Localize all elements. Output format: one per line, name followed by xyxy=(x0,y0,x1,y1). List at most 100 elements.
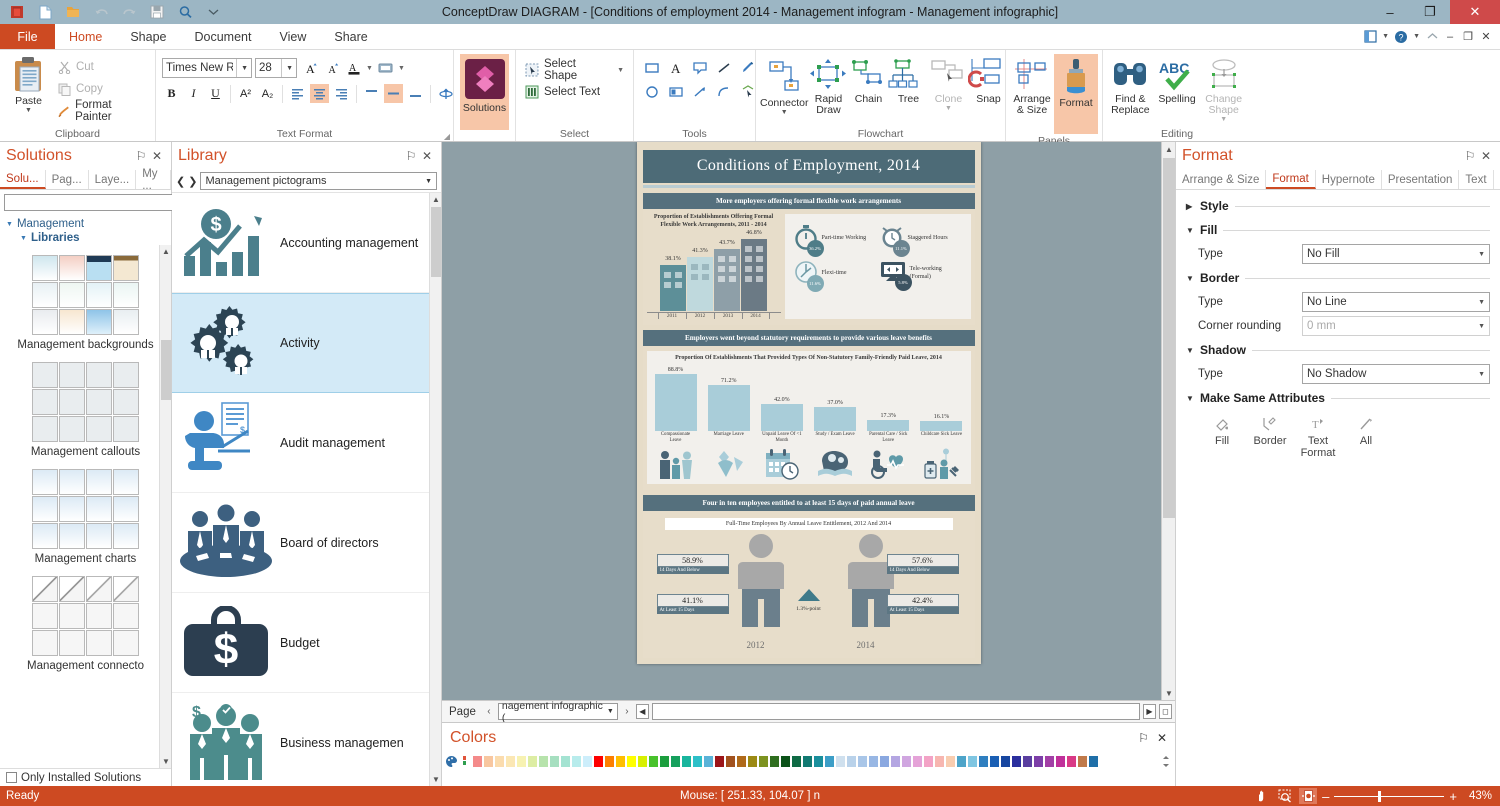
color-swatch[interactable] xyxy=(582,755,593,768)
fill-type-dropdown[interactable]: No Fill ▼ xyxy=(1302,244,1490,264)
align-center-button[interactable] xyxy=(310,84,329,103)
document-page[interactable]: Conditions of Employment, 2014 More empl… xyxy=(636,142,981,664)
tree-item-libraries[interactable]: ▼ Libraries xyxy=(6,231,171,245)
color-swatch[interactable] xyxy=(472,755,483,768)
color-swatch[interactable] xyxy=(923,755,934,768)
color-swatch[interactable] xyxy=(1055,755,1066,768)
canvas-vertical-scrollbar[interactable]: ▲ ▼ xyxy=(1161,142,1175,700)
ribbon-display-icon[interactable] xyxy=(1362,28,1378,46)
font-size-caret-icon[interactable]: ▼ xyxy=(281,59,293,77)
shadow-section-header[interactable]: ▼ Shadow xyxy=(1186,340,1490,360)
border-type-dropdown[interactable]: No Line ▼ xyxy=(1302,292,1490,312)
maximize-button[interactable]: ❐ xyxy=(1410,0,1450,24)
color-swatch[interactable] xyxy=(483,755,494,768)
color-swatch[interactable] xyxy=(813,755,824,768)
color-swatch[interactable] xyxy=(615,755,626,768)
select-shape-button[interactable]: Select Shape ▼ xyxy=(520,58,629,82)
only-installed-checkbox[interactable] xyxy=(6,772,17,783)
hscroll-right-button[interactable]: ▶ xyxy=(1143,704,1156,719)
grow-font-button[interactable]: A xyxy=(300,59,319,78)
color-swatch[interactable] xyxy=(703,755,714,768)
horizontal-scrollbar[interactable] xyxy=(651,703,1140,720)
color-swatch[interactable] xyxy=(725,755,736,768)
zoom-in-button[interactable]: + xyxy=(1449,789,1457,804)
help-icon[interactable]: ? xyxy=(1393,28,1409,46)
fill-section-header[interactable]: ▼ Fill xyxy=(1186,220,1490,240)
minimize-button[interactable]: – xyxy=(1370,0,1410,24)
align-left-button[interactable] xyxy=(288,84,307,103)
highlight-caret-icon[interactable]: ▼ xyxy=(398,65,405,72)
list-item[interactable]: Management callouts xyxy=(0,352,171,459)
color-swatch[interactable] xyxy=(593,755,604,768)
font-size-combo[interactable]: 28 ▼ xyxy=(255,58,297,78)
library-shape-list[interactable]: $ Accounting management Activity $ Audit… xyxy=(172,192,441,786)
shadow-type-dropdown[interactable]: No Shadow ▼ xyxy=(1302,364,1490,384)
library-list-scrollbar[interactable]: ▲ ▼ xyxy=(429,193,441,786)
color-swatch[interactable] xyxy=(1077,755,1088,768)
scroll-up-icon[interactable]: ▲ xyxy=(160,245,171,258)
color-swatch[interactable] xyxy=(802,755,813,768)
color-swatch[interactable] xyxy=(516,755,527,768)
color-swatch[interactable] xyxy=(868,755,879,768)
hscroll-left-button[interactable]: ◀ xyxy=(635,704,649,719)
color-swatch[interactable] xyxy=(659,755,670,768)
library-pin-icon[interactable]: ⚐ xyxy=(403,149,419,163)
restore-up-icon[interactable] xyxy=(1424,28,1440,46)
color-swatch[interactable] xyxy=(769,755,780,768)
color-swatch[interactable] xyxy=(494,755,505,768)
color-swatch[interactable] xyxy=(857,755,868,768)
close-button[interactable]: ✕ xyxy=(1450,0,1500,24)
color-swatch[interactable] xyxy=(989,755,1000,768)
highlight-button[interactable] xyxy=(376,59,395,78)
color-swatch[interactable] xyxy=(1011,755,1022,768)
tab-arrange-size[interactable]: Arrange & Size xyxy=(1176,170,1267,189)
format-pin-icon[interactable]: ⚐ xyxy=(1462,149,1478,163)
color-swatch[interactable] xyxy=(945,755,956,768)
color-swatch[interactable] xyxy=(571,755,582,768)
connector-button[interactable]: Connector ▼ xyxy=(760,54,808,116)
color-swatch[interactable] xyxy=(527,755,538,768)
tab-text[interactable]: Text xyxy=(1459,170,1494,189)
bold-button[interactable]: B xyxy=(162,84,181,103)
colors-close-icon[interactable]: ✕ xyxy=(1157,731,1167,745)
tab-layers[interactable]: Laye... xyxy=(89,170,137,189)
list-item[interactable]: $ Budget xyxy=(172,593,441,693)
color-swatch[interactable] xyxy=(1000,755,1011,768)
library-prev-icon[interactable]: ❮ xyxy=(176,175,185,188)
color-swatch[interactable] xyxy=(967,755,978,768)
color-swatch[interactable] xyxy=(912,755,923,768)
font-color-caret-icon[interactable]: ▼ xyxy=(366,65,373,72)
color-swatch[interactable] xyxy=(1033,755,1044,768)
shrink-font-button[interactable]: A xyxy=(322,59,341,78)
color-swatch[interactable] xyxy=(1044,755,1055,768)
paste-caret-icon[interactable]: ▼ xyxy=(25,107,32,114)
zoom-icon[interactable] xyxy=(1276,788,1294,804)
solutions-library-list[interactable]: Management backgrounds Management callou… xyxy=(0,245,171,768)
color-swatch[interactable] xyxy=(648,755,659,768)
color-swatch[interactable] xyxy=(890,755,901,768)
style-section-header[interactable]: ▶ Style xyxy=(1186,196,1490,216)
color-swatch[interactable] xyxy=(824,755,835,768)
list-item[interactable]: Board of directors xyxy=(172,493,441,593)
scrollbar-thumb[interactable] xyxy=(431,207,441,277)
qat-dropdown-icon[interactable] xyxy=(200,1,226,23)
tab-pages[interactable]: Pag... xyxy=(46,170,89,189)
border-section-header[interactable]: ▼ Border xyxy=(1186,268,1490,288)
tab-solutions[interactable]: Solu... xyxy=(0,170,46,189)
color-swatch[interactable] xyxy=(604,755,615,768)
clone-button[interactable]: Clone ▼ xyxy=(928,54,968,112)
zoom-slider-knob[interactable] xyxy=(1378,790,1382,802)
canvas-scroll-region[interactable]: Conditions of Employment, 2014 More empl… xyxy=(442,142,1175,700)
minimize-doc-button[interactable]: – xyxy=(1442,28,1458,46)
color-swatch[interactable] xyxy=(736,755,747,768)
color-swatch[interactable] xyxy=(692,755,703,768)
scroll-up-icon[interactable]: ▲ xyxy=(1162,142,1175,156)
tab-document[interactable]: Document xyxy=(181,24,266,49)
text-format-launcher-icon[interactable]: ◢ xyxy=(444,132,450,141)
color-swatch[interactable] xyxy=(560,755,571,768)
color-swatch[interactable] xyxy=(549,755,560,768)
snap-button[interactable]: Snap xyxy=(968,54,1008,105)
tab-my-solutions[interactable]: My ... xyxy=(136,168,171,192)
arrow-tool[interactable] xyxy=(688,80,712,104)
tab-share[interactable]: Share xyxy=(320,24,381,49)
